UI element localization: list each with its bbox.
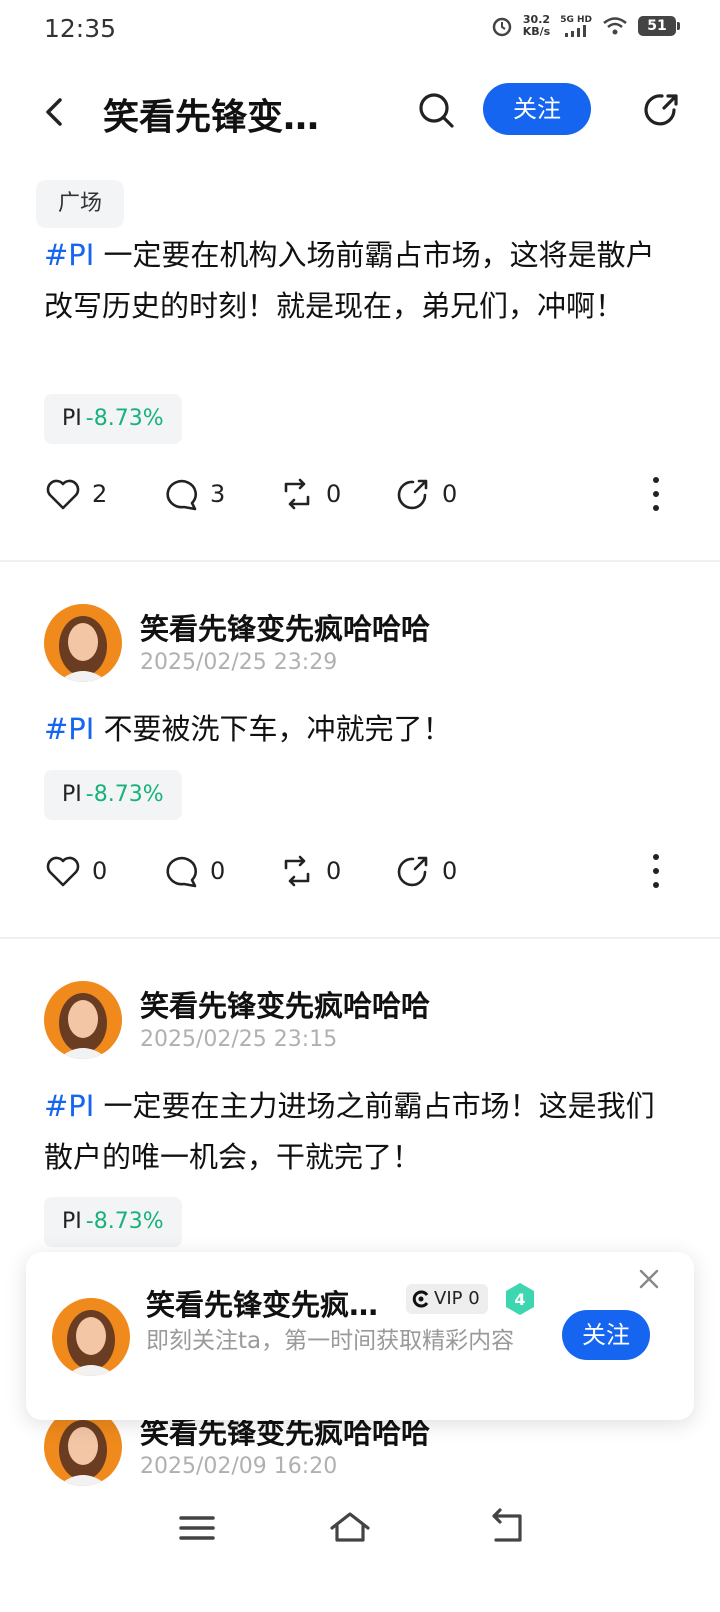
popup-follow-button[interactable]: 关注	[562, 1310, 650, 1360]
post-card[interactable]: 笑看先锋变先疯哈哈哈 2025/02/25 23:15 #PI 一定要在主力进场…	[0, 981, 720, 1251]
signal-bars-icon	[565, 25, 587, 37]
repost-button[interactable]: 0	[278, 849, 341, 893]
vip-badge: VIP 0	[406, 1284, 488, 1314]
follow-button[interactable]: 关注	[483, 83, 591, 135]
author-name[interactable]: 笑看先锋变先疯哈哈哈	[140, 983, 430, 1025]
comment-count: 0	[210, 857, 226, 885]
top-app-bar: 笑看先锋变… 关注	[0, 72, 720, 152]
battery-indicator: 51	[638, 16, 680, 36]
repost-button[interactable]: 0	[278, 472, 341, 516]
heart-icon	[46, 479, 80, 510]
stock-tag[interactable]: PI -8.73%	[44, 1197, 182, 1247]
more-options-icon[interactable]	[646, 849, 666, 893]
vip-level: VIP 0	[434, 1288, 480, 1309]
post-content: #PI 一定要在机构入场前霸占市场，这将是散户改写历史的时刻！就是现在，弟兄们，…	[44, 230, 680, 332]
comment-count: 3	[210, 480, 226, 508]
status-bar: 12:35 30.2 KB/s 5G HD 51	[0, 0, 720, 62]
author-name[interactable]: 笑看先锋变先疯哈哈哈	[140, 606, 430, 648]
post-card[interactable]: 笑看先锋变先疯哈哈哈 2025/02/25 23:29 #PI 不要被洗下车，冲…	[0, 604, 720, 938]
stock-tag[interactable]: PI -8.73%	[44, 770, 182, 820]
post-card[interactable]: 笑看先锋变先疯哈哈哈 2025/02/09 16:20	[0, 1408, 720, 1488]
post-actions: 2 3 0 0	[44, 472, 680, 516]
avatar[interactable]	[44, 981, 122, 1059]
back-nav-icon[interactable]	[486, 1506, 530, 1550]
post-divider	[0, 560, 720, 562]
post-timestamp: 2025/02/09 16:20	[140, 1454, 338, 1479]
stock-symbol: PI	[62, 782, 82, 807]
post-text: 不要被洗下车，冲就完了！	[94, 712, 452, 746]
share-button[interactable]: 0	[394, 849, 457, 893]
more-options-icon[interactable]	[646, 472, 666, 516]
level-badge: 4	[504, 1282, 536, 1316]
share-button[interactable]: 0	[394, 472, 457, 516]
like-count: 2	[92, 480, 108, 508]
status-time: 12:35	[44, 14, 117, 43]
search-icon[interactable]	[414, 88, 458, 132]
close-icon[interactable]	[638, 1268, 660, 1290]
page-title: 笑看先锋变…	[103, 97, 320, 138]
tag-pill[interactable]: 广场	[36, 180, 125, 228]
popup-avatar[interactable]	[52, 1298, 130, 1376]
avatar-portrait-icon	[52, 1298, 130, 1376]
popup-description: 即刻关注ta，第一时间获取精彩内容	[146, 1328, 515, 1354]
vip-logo-icon	[412, 1290, 429, 1308]
post-timestamp: 2025/02/25 23:29	[140, 650, 338, 675]
post-text: 一定要在主力进场之前霸占市场！这是我们散户的唯一机会，干就完了！	[44, 1089, 655, 1174]
post-content: #PI 一定要在主力进场之前霸占市场！这是我们散户的唯一机会，干就完了！	[44, 1081, 680, 1183]
hashtag-link[interactable]: #PI	[44, 712, 94, 746]
repost-icon	[284, 478, 310, 510]
stock-change: -8.73%	[85, 1209, 164, 1234]
post-content: #PI 不要被洗下车，冲就完了！	[44, 704, 680, 755]
comment-icon	[166, 856, 197, 888]
share-icon	[397, 856, 428, 887]
back-icon[interactable]	[36, 90, 72, 134]
share-count: 0	[442, 857, 458, 885]
follow-suggestion-popup: 笑看先锋变先疯… VIP 0 4 即刻关注ta，第一时间获取精彩内容 关注	[26, 1252, 694, 1420]
wifi-icon	[603, 17, 627, 35]
comment-button[interactable]: 0	[162, 849, 225, 893]
system-nav-bar	[0, 1498, 720, 1558]
cellular-signal: 5G HD	[560, 15, 592, 37]
post-actions: 0 0 0 0	[44, 849, 680, 893]
share-count: 0	[442, 480, 458, 508]
post-timestamp: 2025/02/25 23:15	[140, 1027, 338, 1052]
avatar-portrait-icon	[44, 604, 122, 682]
share-icon	[397, 479, 428, 510]
avatar-portrait-icon	[44, 981, 122, 1059]
hexagon-badge-icon: 4	[506, 1283, 534, 1315]
svg-text:4: 4	[514, 1290, 525, 1309]
repost-icon	[284, 855, 310, 887]
share-icon[interactable]	[640, 88, 684, 132]
stock-tag[interactable]: PI -8.73%	[44, 394, 182, 444]
comment-button[interactable]: 3	[162, 472, 225, 516]
stock-symbol: PI	[62, 1209, 82, 1234]
like-button[interactable]: 0	[44, 849, 107, 893]
comment-icon	[166, 479, 197, 511]
hashtag-link[interactable]: #PI	[44, 238, 94, 272]
home-icon[interactable]	[328, 1506, 372, 1550]
popup-username[interactable]: 笑看先锋变先疯…	[146, 1282, 391, 1324]
post-divider	[0, 937, 720, 939]
author-row[interactable]: 笑看先锋变先疯哈哈哈 2025/02/25 23:29	[44, 604, 684, 684]
heart-icon	[46, 856, 80, 887]
stock-change: -8.73%	[85, 406, 164, 431]
stock-change: -8.73%	[85, 782, 164, 807]
like-count: 0	[92, 857, 108, 885]
avatar[interactable]	[44, 604, 122, 682]
network-speed: 30.2 KB/s	[522, 13, 551, 38]
author-row[interactable]: 笑看先锋变先疯哈哈哈 2025/02/09 16:20	[44, 1408, 684, 1488]
repost-count: 0	[326, 857, 342, 885]
status-icons: 30.2 KB/s 5G HD 51	[491, 13, 680, 38]
alarm-icon	[492, 17, 511, 37]
post-text: 一定要在机构入场前霸占市场，这将是散户改写历史的时刻！就是现在，弟兄们，冲啊！	[44, 238, 655, 323]
post-card[interactable]: 广场 #PI 一定要在机构入场前霸占市场，这将是散户改写历史的时刻！就是现在，弟…	[0, 180, 720, 562]
stock-symbol: PI	[62, 406, 82, 431]
repost-count: 0	[326, 480, 342, 508]
hashtag-link[interactable]: #PI	[44, 1089, 94, 1123]
author-row[interactable]: 笑看先锋变先疯哈哈哈 2025/02/25 23:15	[44, 981, 684, 1061]
like-button[interactable]: 2	[44, 472, 107, 516]
menu-icon[interactable]	[175, 1506, 219, 1550]
